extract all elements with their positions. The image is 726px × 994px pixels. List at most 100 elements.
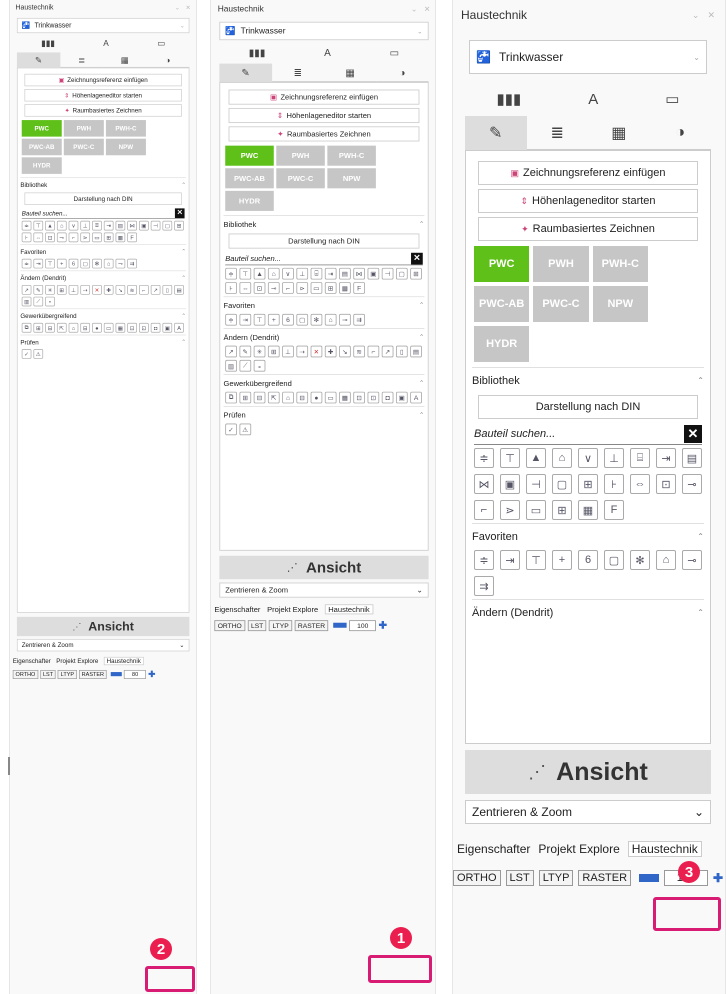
matrix-icon[interactable]: ⊞: [103, 232, 114, 243]
clear-search-icon[interactable]: ✕: [174, 208, 185, 218]
section-favoriten[interactable]: Favoriten ⌃: [472, 523, 704, 547]
collapse-icon[interactable]: ⌃: [697, 376, 704, 385]
medium-npw[interactable]: NPW: [327, 168, 376, 189]
tank-icon[interactable]: ⌸: [92, 220, 102, 231]
screen-icon[interactable]: ▣: [395, 391, 408, 404]
edit-icon[interactable]: ↗: [225, 345, 237, 358]
view-button[interactable]: ⋰ Ansicht: [16, 616, 190, 637]
reducer-icon[interactable]: ⊥: [604, 448, 624, 468]
collapse-icon[interactable]: ⌃: [419, 220, 425, 228]
calendar-icon[interactable]: ▦: [339, 391, 351, 404]
pump-icon[interactable]: ▲: [45, 220, 55, 231]
collapse-icon[interactable]: ⌃: [419, 333, 425, 341]
check-icon[interactable]: ✓: [21, 349, 32, 359]
chevron-down-icon[interactable]: ⌄: [692, 10, 700, 21]
tee-icon[interactable]: ⊦: [604, 474, 624, 494]
component-icon[interactable]: ▮▮▮: [41, 39, 55, 49]
medium-pwc-c[interactable]: PWC-C: [63, 138, 104, 156]
ltyp-toggle[interactable]: LTYP: [269, 619, 293, 631]
tee-icon[interactable]: ⊦: [225, 282, 237, 294]
valve-icon[interactable]: ⊤: [500, 448, 520, 468]
split-icon[interactable]: ⊥: [68, 284, 79, 295]
zoom-in-button[interactable]: ✚: [148, 669, 155, 679]
link-icon[interactable]: ⊞: [33, 322, 44, 333]
cross-icon[interactable]: +: [267, 313, 280, 326]
export-icon[interactable]: ⇱: [267, 391, 280, 404]
tap-icon[interactable]: ⌂: [103, 258, 114, 269]
reducer-icon[interactable]: ⊥: [80, 220, 91, 231]
collapse-icon[interactable]: ⌃: [181, 313, 186, 319]
zoom-select[interactable]: Zentrieren & Zoom ⌄: [465, 800, 711, 824]
medium-pwh[interactable]: PWH: [63, 120, 104, 137]
tab-list[interactable]: ≣: [60, 52, 104, 68]
tab-draw[interactable]: ✎: [16, 52, 61, 68]
clear-search-icon[interactable]: ✕: [684, 424, 702, 443]
house-icon[interactable]: ⌂: [282, 391, 294, 404]
tab-draw[interactable]: ✎: [465, 116, 527, 150]
badge-icon[interactable]: ▦: [115, 232, 126, 243]
medium-pwh-c[interactable]: PWH-C: [327, 145, 376, 166]
medium-pwc[interactable]: PWC: [225, 145, 274, 166]
gate-icon[interactable]: ⋈: [353, 267, 366, 280]
medium-pwh-c[interactable]: PWH-C: [592, 246, 648, 282]
filter-icon[interactable]: ▤: [682, 448, 702, 468]
box-icon[interactable]: ▭: [324, 391, 337, 404]
tab-draw[interactable]: ✎: [219, 63, 272, 83]
meter-icon[interactable]: ⇥: [103, 220, 114, 231]
arrow-icon[interactable]: ⇉: [127, 258, 137, 269]
heater-icon[interactable]: ▣: [139, 220, 149, 231]
gate-icon[interactable]: ⋈: [474, 474, 494, 494]
medium-hydr[interactable]: HYDR: [21, 157, 62, 174]
pencil-icon[interactable]: ✎: [33, 284, 44, 295]
fitting-icon[interactable]: ≑: [225, 313, 237, 326]
print-icon[interactable]: ▭: [390, 47, 399, 59]
arrow-icon[interactable]: ⇉: [353, 313, 366, 326]
clear-search-icon[interactable]: ✕: [411, 252, 423, 265]
layers-icon[interactable]: ▥: [21, 296, 32, 307]
tank-icon[interactable]: ⌸: [630, 448, 650, 468]
dot-icon[interactable]: ●: [310, 391, 323, 404]
layers-icon[interactable]: ▥: [225, 359, 237, 372]
merge-icon[interactable]: ⊞: [267, 345, 280, 358]
joint-icon[interactable]: ⊣: [526, 474, 546, 494]
medium-pwc-c[interactable]: PWC-C: [533, 286, 589, 322]
raster-toggle[interactable]: RASTER: [578, 870, 632, 886]
merge-icon[interactable]: ⊞: [56, 284, 67, 295]
view-button[interactable]: ⋰ Ansicht: [465, 750, 711, 794]
tab-eigenschaften[interactable]: Eigenschafter: [457, 842, 530, 856]
folder-icon[interactable]: ▭: [92, 232, 102, 243]
close-icon[interactable]: ✕: [186, 4, 191, 12]
node-icon[interactable]: ∘: [253, 359, 266, 372]
raster-toggle[interactable]: RASTER: [294, 619, 329, 631]
swap-icon[interactable]: ⇔: [630, 474, 650, 494]
funnel-icon[interactable]: ∨: [282, 267, 294, 280]
zoom-select[interactable]: Zentrieren & Zoom ⌄: [16, 638, 190, 652]
dot-icon[interactable]: ●: [92, 322, 102, 333]
ortho-toggle[interactable]: ORTHO: [453, 870, 501, 886]
grid-icon[interactable]: ⊞: [410, 267, 422, 280]
lst-toggle[interactable]: LST: [505, 870, 534, 886]
tank-icon[interactable]: ⌸: [310, 267, 323, 280]
plug-icon[interactable]: ⊸: [56, 232, 67, 243]
tap-icon[interactable]: ⌂: [656, 550, 676, 570]
branch-icon[interactable]: ⋗: [296, 282, 309, 294]
snow-icon[interactable]: ✻: [630, 550, 650, 570]
bend-icon[interactable]: 6: [68, 258, 79, 269]
medium-pwc[interactable]: PWC: [21, 120, 62, 137]
medium-pwh[interactable]: PWH: [276, 145, 325, 166]
component-icon[interactable]: ▮▮▮: [249, 47, 266, 59]
box-icon[interactable]: ▢: [395, 267, 408, 280]
curve-icon[interactable]: ⌐: [139, 284, 149, 295]
line-icon[interactable]: ↗: [150, 284, 161, 295]
zoom-out-button[interactable]: [333, 622, 347, 628]
sync-icon[interactable]: ⊟: [253, 391, 266, 404]
section-bibliothek[interactable]: Bibliothek ⌃: [223, 215, 425, 230]
insert-reference-button[interactable]: ▣ Zeichnungsreferenz einfügen: [24, 73, 182, 87]
collapse-icon[interactable]: ⌃: [181, 275, 186, 281]
route-icon[interactable]: ≋: [127, 284, 137, 295]
tab-calc[interactable]: ▦: [323, 64, 377, 83]
box-icon[interactable]: ▢: [80, 258, 91, 269]
swap-icon[interactable]: ⇔: [33, 232, 44, 243]
tap-icon[interactable]: ⌂: [324, 313, 337, 326]
lst-toggle[interactable]: LST: [247, 619, 267, 631]
